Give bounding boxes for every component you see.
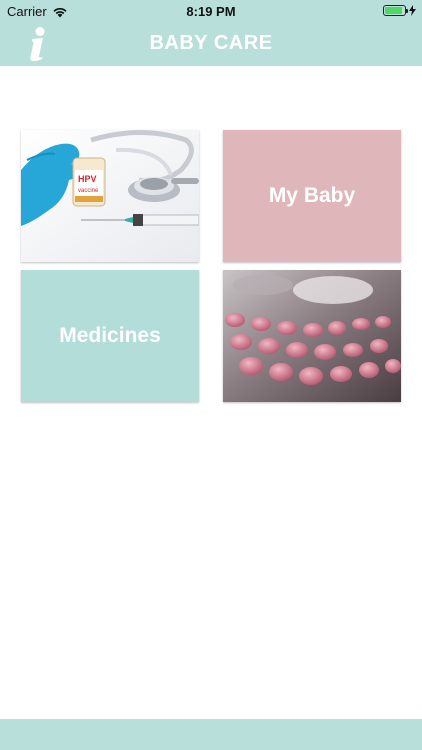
svg-text:vaccine: vaccine [78, 188, 99, 194]
pills-blister-image [223, 270, 401, 402]
status-right-group [383, 5, 416, 16]
status-bar: Carrier 8:19 PM [0, 0, 422, 22]
tile-medicines[interactable]: Medicines [21, 270, 199, 402]
bottom-bar [0, 719, 422, 750]
tile-pills-photo[interactable] [223, 270, 401, 402]
svg-text:HPV: HPV [78, 174, 97, 184]
tile-label-my-baby: My Baby [268, 184, 356, 207]
page-title: BABY CARE [149, 32, 273, 54]
charging-bolt-icon [409, 5, 416, 16]
vaccine-stethoscope-image: HPV vaccine [21, 130, 199, 262]
nav-bar: BABY CARE [0, 22, 422, 66]
tile-my-baby[interactable]: My Baby [223, 130, 401, 262]
tile-label-medicines: Medicines [59, 324, 161, 347]
battery-icon [383, 5, 408, 16]
status-time: 8:19 PM [186, 4, 236, 19]
tile-vaccine-photo[interactable]: HPV vaccine [21, 130, 199, 262]
battery-level [385, 7, 403, 14]
